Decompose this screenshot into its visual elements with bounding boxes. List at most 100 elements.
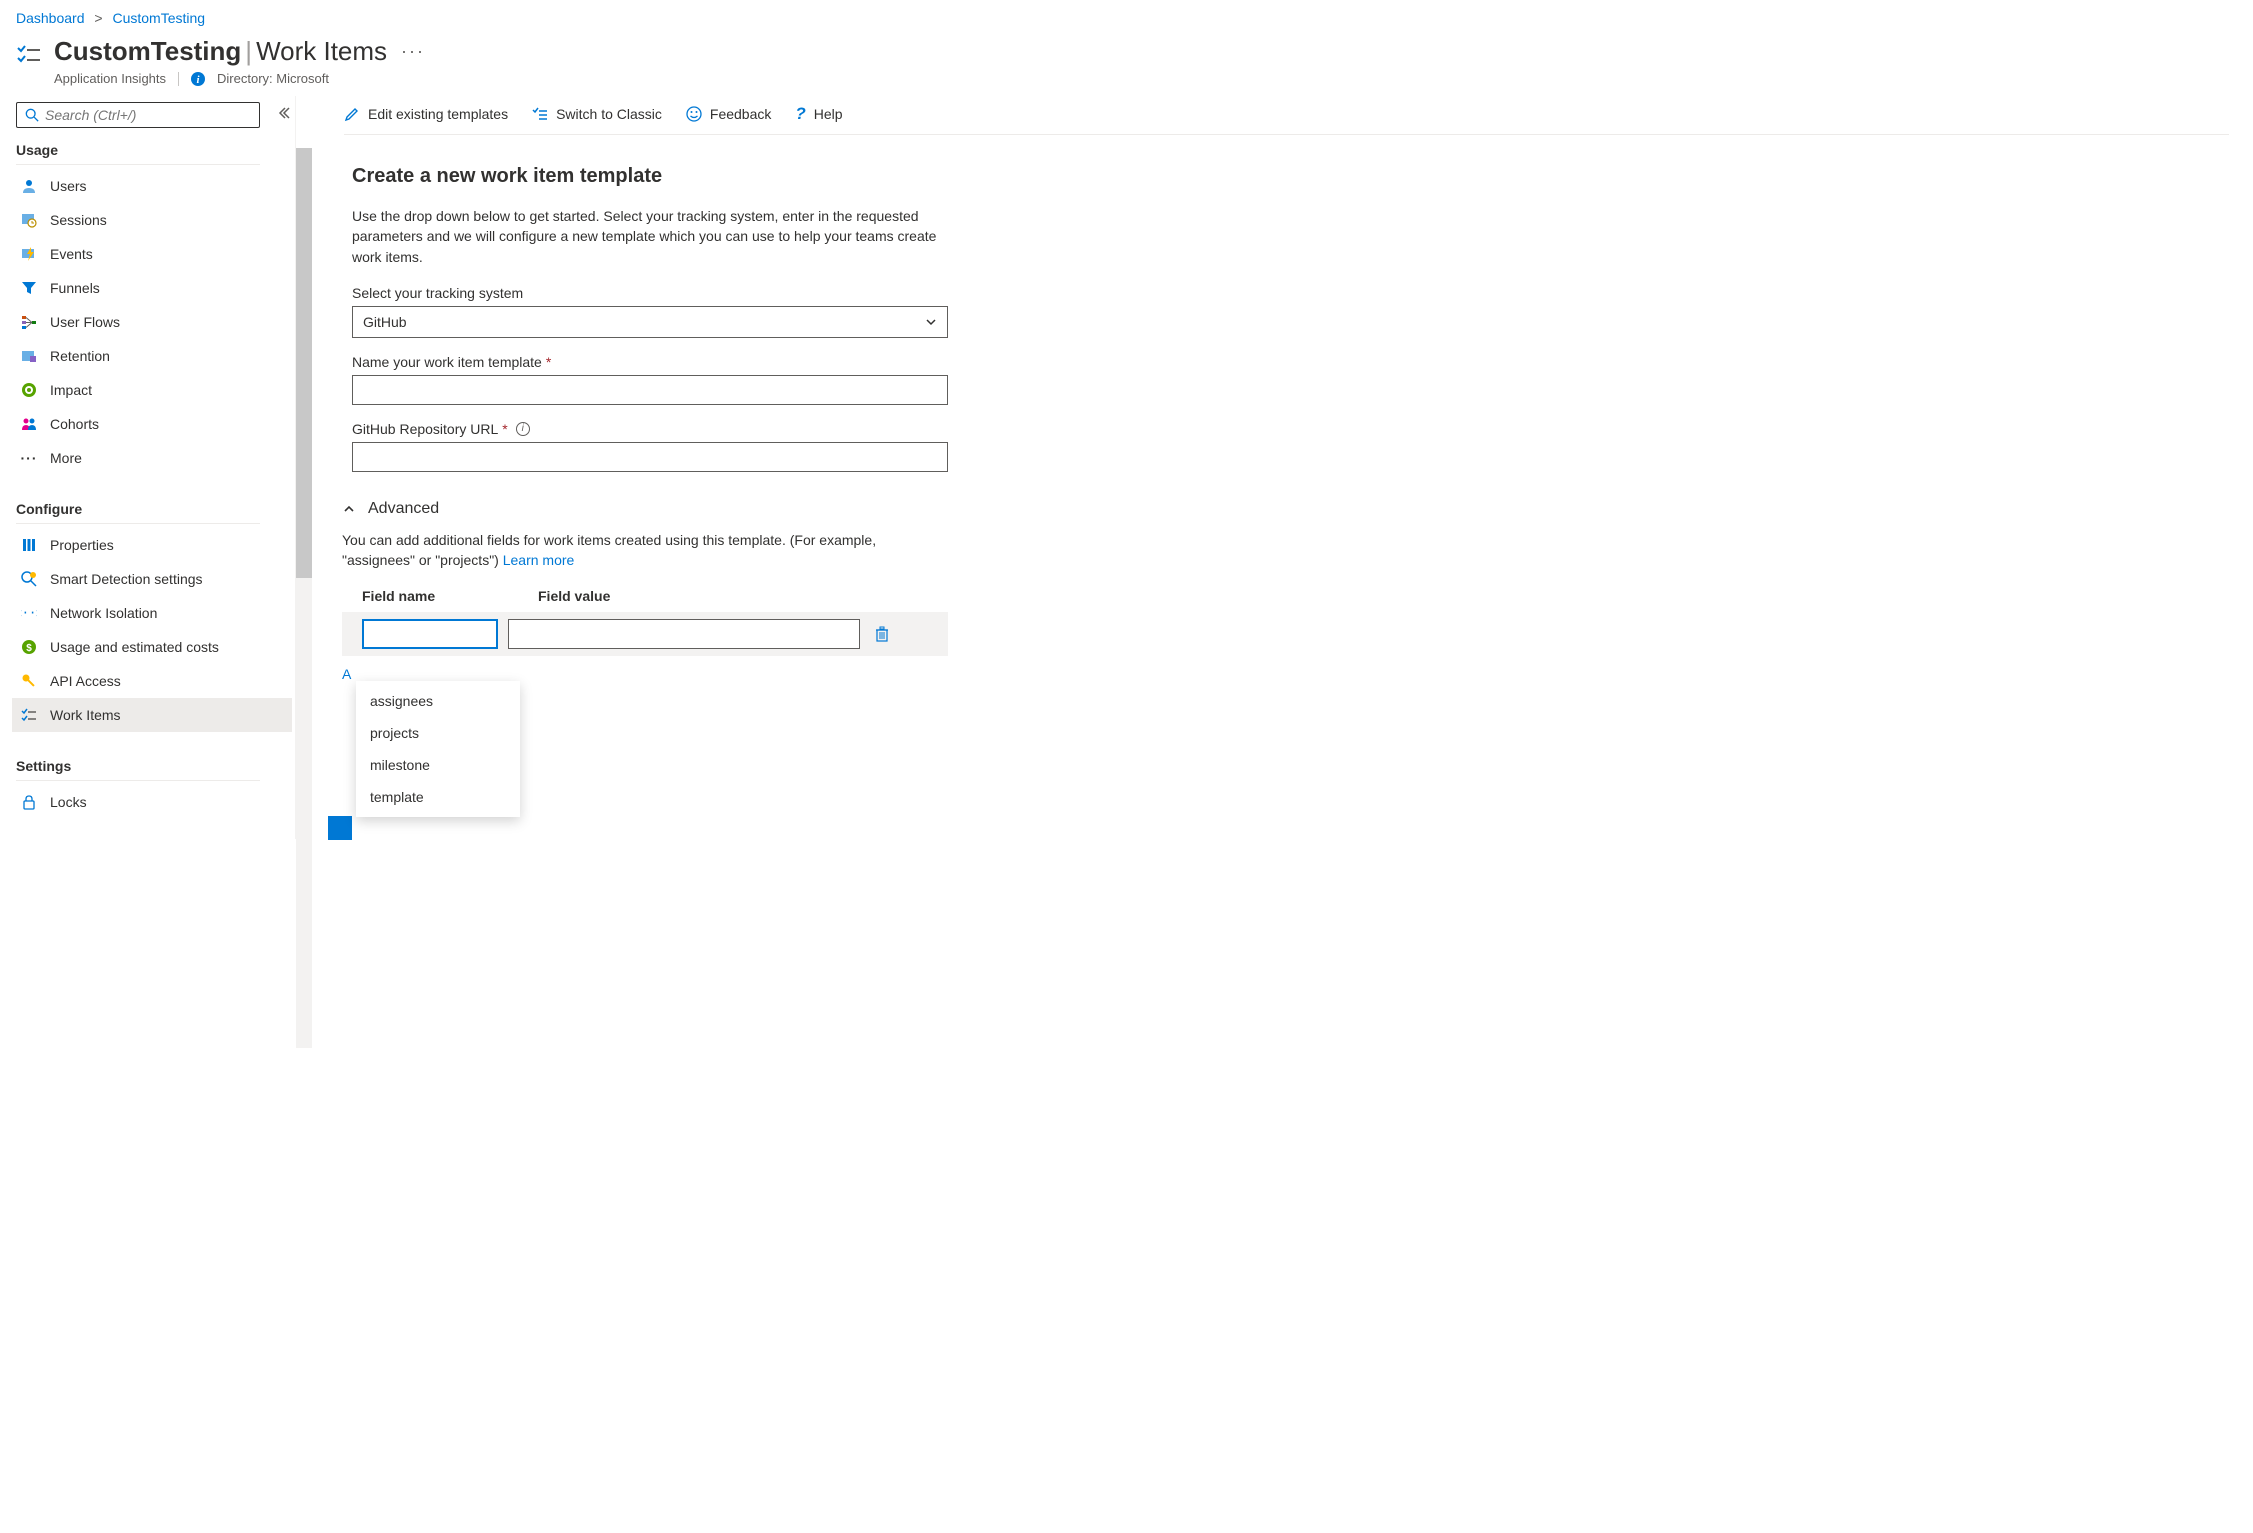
sidebar-search-input[interactable]: [45, 107, 251, 123]
costs-icon: $: [20, 638, 38, 656]
page-header: CustomTesting|Work Items ··· Application…: [0, 32, 2253, 96]
header-divider: [178, 72, 179, 86]
sidebar-item-label: Locks: [50, 794, 87, 810]
smiley-icon: [686, 106, 702, 122]
question-icon: ?: [795, 104, 805, 124]
smart-detection-icon: [20, 570, 38, 588]
retention-icon: [20, 347, 38, 365]
sidebar-item-label: Users: [50, 178, 87, 194]
feedback-button[interactable]: Feedback: [686, 106, 771, 122]
funnel-icon: [20, 279, 38, 297]
sidebar-item-work-items[interactable]: Work Items: [12, 698, 292, 732]
toolbar-label: Switch to Classic: [556, 106, 662, 122]
field-name-dropdown: assignees projects milestone template: [356, 681, 520, 817]
more-icon: ···: [20, 449, 38, 467]
template-name-input[interactable]: [352, 375, 948, 405]
form-description: Use the drop down below to get started. …: [352, 206, 948, 267]
sidebar-item-users[interactable]: Users: [12, 169, 292, 203]
help-button[interactable]: ? Help: [795, 104, 842, 124]
toolbar: Edit existing templates Switch to Classi…: [344, 96, 2229, 135]
field-row: [342, 612, 948, 656]
sidebar-item-label: Usage and estimated costs: [50, 639, 219, 655]
add-field-link[interactable]: A: [342, 666, 351, 682]
sidebar-item-retention[interactable]: Retention: [12, 339, 292, 373]
nav-section-configure: Configure: [16, 497, 295, 521]
svg-text:$: $: [26, 643, 32, 654]
toolbar-label: Edit existing templates: [368, 106, 508, 122]
delete-row-button[interactable]: [874, 626, 890, 642]
lock-icon: [20, 793, 38, 811]
sidebar-item-sessions[interactable]: Sessions: [12, 203, 292, 237]
advanced-section: Advanced You can add additional fields f…: [328, 500, 948, 683]
advanced-title: Advanced: [368, 500, 439, 518]
dropdown-option-assignees[interactable]: assignees: [356, 685, 520, 717]
sidebar-item-label: More: [50, 450, 82, 466]
toolbar-label: Help: [814, 106, 843, 122]
dropdown-option-milestone[interactable]: milestone: [356, 749, 520, 781]
scrollbar[interactable]: [296, 148, 312, 1048]
info-icon[interactable]: i: [516, 422, 530, 436]
tracking-system-label: Select your tracking system: [352, 285, 948, 301]
sidebar-item-network-isolation[interactable]: <··> Network Isolation: [12, 596, 292, 630]
network-icon: <··>: [20, 604, 38, 622]
search-icon: [25, 108, 39, 122]
chevron-down-icon: [925, 316, 937, 328]
sidebar-item-funnels[interactable]: Funnels: [12, 271, 292, 305]
sidebar-item-usage-costs[interactable]: $ Usage and estimated costs: [12, 630, 292, 664]
form-content: Create a new work item template Use the …: [328, 135, 948, 472]
sidebar-item-cohorts[interactable]: Cohorts: [12, 407, 292, 441]
switch-classic-button[interactable]: Switch to Classic: [532, 106, 662, 122]
scrollbar-thumb[interactable]: [296, 148, 312, 578]
sidebar-item-more[interactable]: ··· More: [12, 441, 292, 475]
lightning-icon: [20, 245, 38, 263]
field-table: Field name Field value A ass: [342, 584, 948, 682]
resource-type-label: Application Insights: [54, 71, 166, 86]
breadcrumb: Dashboard > CustomTesting: [0, 0, 2253, 32]
nav-divider: [16, 164, 260, 165]
sidebar-item-api-access[interactable]: API Access: [12, 664, 292, 698]
info-icon[interactable]: i: [191, 72, 205, 86]
tracking-system-dropdown[interactable]: GitHub: [352, 306, 948, 338]
edit-templates-button[interactable]: Edit existing templates: [344, 106, 508, 122]
sidebar-item-locks[interactable]: Locks: [12, 785, 292, 819]
sidebar-item-label: Work Items: [50, 707, 121, 723]
sidebar-item-properties[interactable]: Properties: [12, 528, 292, 562]
dropdown-option-template[interactable]: template: [356, 781, 520, 813]
impact-icon: [20, 381, 38, 399]
toolbar-label: Feedback: [710, 106, 771, 122]
sidebar-item-label: Sessions: [50, 212, 107, 228]
field-value-input[interactable]: [508, 619, 860, 649]
repo-url-label: GitHub Repository URL * i: [352, 421, 948, 437]
key-icon: [20, 672, 38, 690]
template-name-label: Name your work item template *: [352, 354, 948, 370]
sidebar-item-label: Cohorts: [50, 416, 99, 432]
sidebar-item-impact[interactable]: Impact: [12, 373, 292, 407]
dropdown-option-projects[interactable]: projects: [356, 717, 520, 749]
breadcrumb-current[interactable]: CustomTesting: [112, 10, 205, 26]
advanced-description: You can add additional fields for work i…: [342, 530, 948, 571]
sidebar-item-label: Retention: [50, 348, 110, 364]
sidebar-item-smart-detection[interactable]: Smart Detection settings: [12, 562, 292, 596]
sidebar-item-label: Funnels: [50, 280, 100, 296]
sidebar-search[interactable]: [16, 102, 260, 128]
dropdown-value: GitHub: [363, 314, 407, 330]
sidebar-item-label: Network Isolation: [50, 605, 157, 621]
header-more-button[interactable]: ···: [401, 41, 425, 62]
advanced-toggle[interactable]: Advanced: [342, 500, 948, 518]
primary-action-button[interactable]: [328, 816, 352, 840]
sidebar-item-events[interactable]: Events: [12, 237, 292, 271]
field-name-input[interactable]: [362, 619, 498, 649]
breadcrumb-separator: >: [94, 10, 102, 26]
flows-icon: [20, 313, 38, 331]
repo-url-input[interactable]: [352, 442, 948, 472]
nav-divider: [16, 780, 260, 781]
sidebar-item-user-flows[interactable]: User Flows: [12, 305, 292, 339]
properties-icon: [20, 536, 38, 554]
sidebar-collapse-button[interactable]: [277, 106, 291, 120]
sidebar-item-label: User Flows: [50, 314, 120, 330]
breadcrumb-root[interactable]: Dashboard: [16, 10, 85, 26]
column-header-field-value: Field value: [538, 588, 948, 604]
sidebar-item-label: Events: [50, 246, 93, 262]
learn-more-link[interactable]: Learn more: [503, 552, 575, 568]
sidebar-item-label: API Access: [50, 673, 121, 689]
